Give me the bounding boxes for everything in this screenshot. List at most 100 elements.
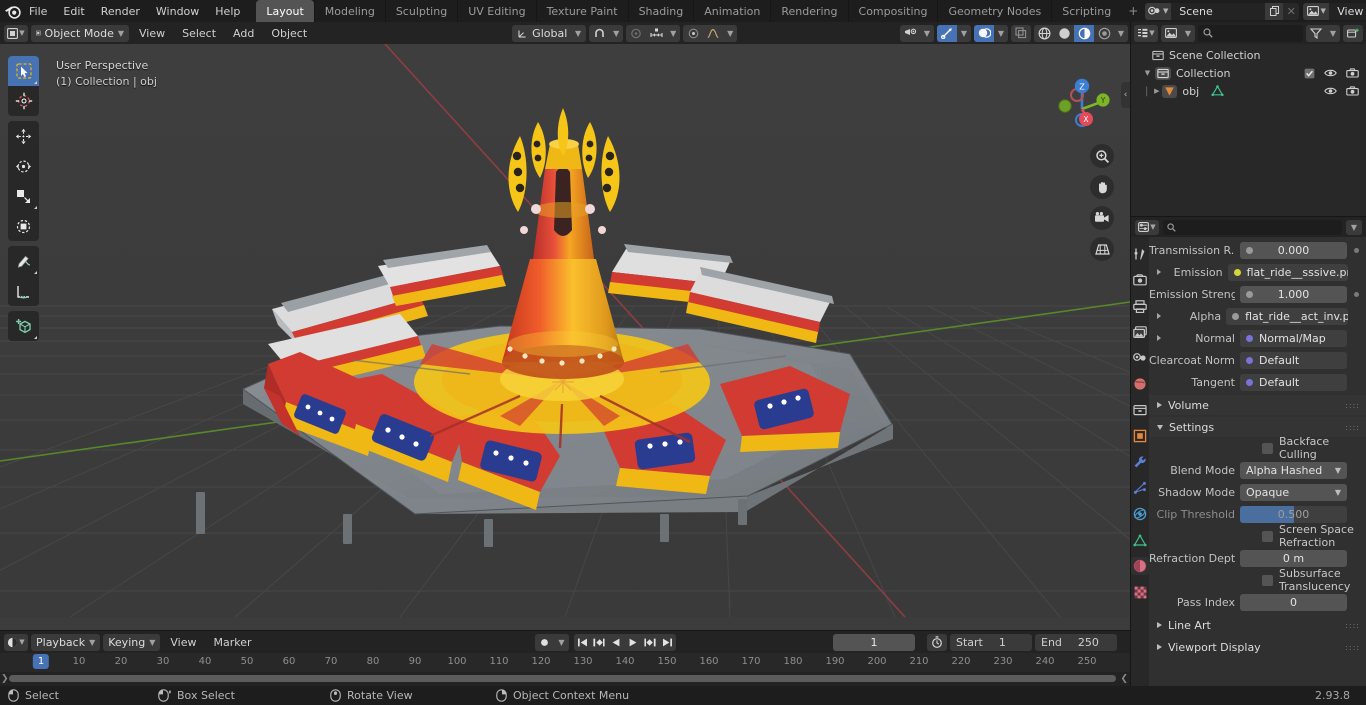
- setting-screen-space-refraction[interactable]: Screen Space Refraction: [1149, 523, 1366, 549]
- setting-clip-threshold[interactable]: Clip Threshold 0.500: [1149, 503, 1366, 525]
- panel-volume[interactable]: Volume ::::: [1149, 395, 1366, 415]
- chevron-down-icon[interactable]: ▼: [554, 633, 569, 651]
- timeline-scroll-handle[interactable]: [9, 675, 1116, 682]
- editor-type-outliner-icon[interactable]: ▼: [1134, 24, 1158, 42]
- shadow-mode-select[interactable]: Opaque ▼: [1240, 483, 1347, 501]
- chevron-down-icon[interactable]: ▼: [609, 24, 624, 42]
- object-tab[interactable]: [1131, 427, 1149, 445]
- render-tab[interactable]: [1131, 271, 1149, 289]
- play-icon[interactable]: [625, 634, 642, 651]
- chevron-down-icon[interactable]: ▼: [1326, 24, 1340, 42]
- texture-tab[interactable]: [1131, 583, 1149, 601]
- new-scene-icon[interactable]: [1265, 2, 1284, 20]
- tab-animation[interactable]: Animation: [693, 0, 770, 22]
- value-field[interactable]: Default: [1240, 373, 1347, 391]
- playhead[interactable]: 1: [32, 654, 50, 669]
- jump-start-icon[interactable]: [574, 634, 591, 651]
- editor-type-properties-icon[interactable]: ▼: [1135, 219, 1159, 235]
- eye-icon[interactable]: [1324, 68, 1337, 78]
- proportional-falloff-icon[interactable]: [683, 25, 703, 42]
- scene-tab[interactable]: [1131, 349, 1149, 367]
- view-layer-icon[interactable]: [1161, 25, 1181, 42]
- measure-tool[interactable]: [8, 276, 39, 306]
- view-layer-tab[interactable]: [1131, 323, 1149, 341]
- move-tool[interactable]: [8, 121, 39, 151]
- value-field[interactable]: flat_ride__act_inv.png: [1226, 307, 1349, 325]
- setting-backface-culling[interactable]: Backface Culling: [1149, 435, 1366, 461]
- physics-tab[interactable]: [1131, 505, 1149, 523]
- object-visibility-group[interactable]: ▼: [900, 24, 934, 42]
- clip-threshold-slider[interactable]: 0.500: [1240, 505, 1347, 523]
- properties-search-input[interactable]: [1163, 219, 1342, 235]
- particles-tab[interactable]: [1131, 479, 1149, 497]
- auto-keying-group[interactable]: ▼: [534, 633, 569, 651]
- prop-tangent[interactable]: Tangent Default: [1149, 371, 1366, 393]
- timeline-scrollbar[interactable]: ❯ ❮: [0, 672, 1130, 685]
- blender-logo-icon[interactable]: [4, 0, 21, 22]
- viewport-3d[interactable]: User Perspective (1) Collection | obj Z …: [0, 44, 1130, 630]
- viewport-menu-add[interactable]: Add: [226, 25, 261, 42]
- tab-sculpting[interactable]: Sculpting: [384, 0, 457, 22]
- gizmo-group[interactable]: ▼: [937, 24, 971, 42]
- value-field[interactable]: 0.000: [1240, 241, 1347, 259]
- snap-increment-icon[interactable]: [646, 25, 666, 42]
- prev-keyframe-icon[interactable]: [591, 634, 608, 651]
- view-layer-selector[interactable]: ▼ View Layer ✕: [1303, 2, 1366, 20]
- cursor-tool[interactable]: [8, 86, 39, 116]
- add-cube-tool[interactable]: [8, 311, 39, 341]
- checkbox[interactable]: [1262, 574, 1273, 586]
- magnet-icon[interactable]: [589, 25, 609, 42]
- tab-texture-paint[interactable]: Texture Paint: [535, 0, 628, 22]
- current-frame-field[interactable]: 1: [833, 633, 915, 651]
- camera-render-icon[interactable]: [1346, 86, 1359, 96]
- editor-type-timeline-icon[interactable]: ▼: [4, 633, 28, 651]
- panel-viewport-display[interactable]: Viewport Display ::::: [1149, 637, 1366, 657]
- material-tab[interactable]: [1131, 557, 1149, 575]
- viewport-menu-view[interactable]: View: [132, 25, 172, 42]
- timeline-ruler[interactable]: 10 20 30 40 50 60 70 80 90 100 110 120 1…: [0, 653, 1130, 672]
- record-icon[interactable]: [535, 634, 555, 651]
- play-reverse-icon[interactable]: [608, 634, 625, 651]
- chevron-down-icon[interactable]: ▼: [920, 24, 934, 42]
- refraction-depth-field[interactable]: 0 m: [1240, 549, 1347, 567]
- viewport-menu-select[interactable]: Select: [175, 25, 223, 42]
- chevron-down-icon[interactable]: ▼: [666, 24, 681, 42]
- properties-options-chevron-icon[interactable]: ▼: [1346, 219, 1362, 235]
- proportional-edit-icon[interactable]: [626, 25, 646, 42]
- output-tab[interactable]: [1131, 297, 1149, 315]
- snap-group[interactable]: ▼: [589, 24, 624, 42]
- expand-triangle-icon[interactable]: [1157, 335, 1161, 341]
- tab-compositing[interactable]: Compositing: [847, 0, 938, 22]
- mesh-data-icon[interactable]: [1211, 85, 1224, 97]
- tab-scripting[interactable]: Scripting: [1051, 0, 1121, 22]
- transform-tool[interactable]: [8, 211, 39, 241]
- prop-clearcoat-normal[interactable]: Clearcoat Normal Default: [1149, 349, 1366, 371]
- animate-dot[interactable]: [1352, 247, 1360, 253]
- chevron-down-icon[interactable]: ▼: [1142, 69, 1153, 77]
- overlays-group[interactable]: ▼: [974, 24, 1008, 42]
- timeline-menu-playback[interactable]: Playback ▼: [31, 633, 101, 651]
- tab-geometry-nodes[interactable]: Geometry Nodes: [937, 0, 1051, 22]
- jump-end-icon[interactable]: [659, 634, 676, 651]
- menu-help[interactable]: Help: [207, 2, 248, 21]
- collection-props-tab[interactable]: [1131, 401, 1149, 419]
- menu-window[interactable]: Window: [148, 2, 207, 21]
- chevron-right-icon[interactable]: ▶: [1151, 87, 1162, 95]
- proportional-edit-group[interactable]: ▼: [626, 24, 681, 42]
- modifiers-tab[interactable]: [1131, 453, 1149, 471]
- timeline-menu-keying[interactable]: Keying ▼: [103, 633, 161, 651]
- setting-subsurface-translucency[interactable]: Subsurface Translucency: [1149, 567, 1366, 593]
- transform-orientation-selector[interactable]: Global ▼: [512, 24, 587, 42]
- world-tab[interactable]: [1131, 375, 1149, 393]
- overlays-icon[interactable]: [974, 24, 994, 42]
- scale-tool[interactable]: [8, 181, 39, 211]
- filter-funnel-icon[interactable]: [1306, 25, 1326, 42]
- timeline-menu-marker[interactable]: Marker: [206, 634, 258, 651]
- stopwatch-icon[interactable]: [927, 633, 947, 651]
- value-field[interactable]: flat_ride__sssive.png: [1227, 263, 1349, 281]
- prop-alpha[interactable]: Alpha flat_ride__act_inv.png: [1149, 305, 1366, 327]
- zoom-icon[interactable]: [1090, 144, 1114, 168]
- shading-solid-icon[interactable]: [1054, 25, 1074, 42]
- chevron-down-icon[interactable]: ▼: [994, 24, 1008, 42]
- scroll-right-chevron-icon[interactable]: ❮: [1120, 674, 1128, 684]
